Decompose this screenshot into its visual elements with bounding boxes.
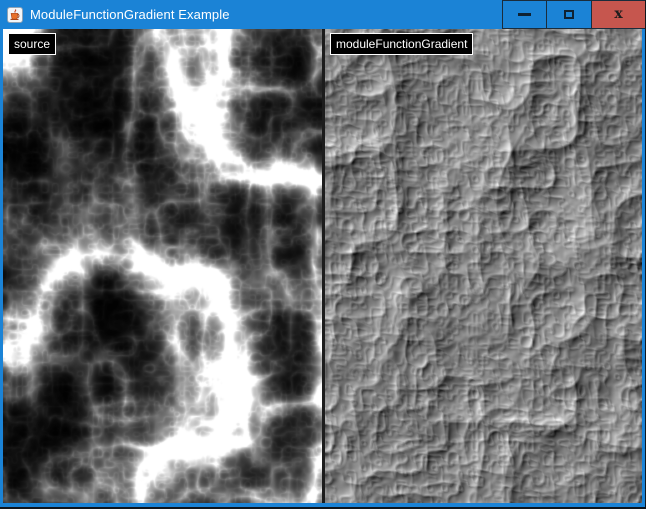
maximize-icon: [564, 10, 574, 19]
maximize-button[interactable]: [547, 0, 592, 29]
java-coffee-cup-icon[interactable]: [7, 7, 23, 23]
minimize-icon: [518, 13, 531, 16]
window-controls: x: [502, 0, 646, 29]
gradient-image: [325, 29, 642, 503]
source-panel: source: [3, 29, 322, 503]
close-icon: x: [614, 7, 622, 21]
gradient-label: moduleFunctionGradient: [330, 33, 473, 55]
close-button[interactable]: x: [592, 0, 646, 29]
minimize-button[interactable]: [502, 0, 547, 29]
app-window: ModuleFunctionGradient Example x source …: [0, 0, 646, 509]
title-bar[interactable]: ModuleFunctionGradient Example x: [0, 0, 646, 29]
content-area: source moduleFunctionGradient: [3, 29, 642, 503]
gradient-panel: moduleFunctionGradient: [325, 29, 642, 503]
window-title: ModuleFunctionGradient Example: [30, 7, 230, 22]
source-image: [3, 29, 322, 503]
source-label: source: [8, 33, 56, 55]
